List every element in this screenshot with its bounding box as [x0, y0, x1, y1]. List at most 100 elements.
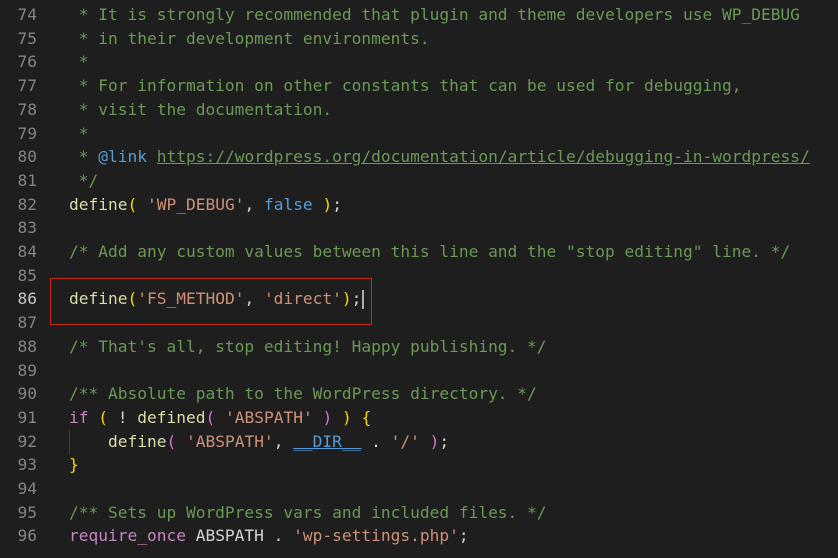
code-line[interactable]: 78 * visit the documentation. [0, 98, 838, 122]
code-line[interactable]: 93} [0, 453, 838, 477]
code-text: } [69, 453, 79, 477]
line-number: 90 [17, 384, 38, 404]
code-token: 'ABSPATH' [185, 431, 274, 451]
code-token: /** Absolute path to the WordPress direc… [69, 384, 537, 404]
code-line[interactable]: 77 * For information on other constants … [0, 74, 838, 98]
code-token: * visit the documentation. [69, 99, 333, 119]
code-token: * [69, 123, 89, 143]
code-line[interactable]: 75 * in their development environments. [0, 27, 838, 51]
code-token: } [69, 455, 79, 475]
line-number: 84 [17, 242, 38, 261]
code-token: ) [341, 289, 352, 309]
code-token: ( [166, 431, 177, 451]
code-text: require_once ABSPATH . 'wp-settings.php'… [69, 524, 469, 548]
code-text: * [69, 122, 89, 146]
code-token: { [361, 407, 372, 427]
code-line[interactable]: 85 [0, 264, 838, 288]
line-number: 81 [17, 170, 38, 190]
code-token: * [69, 52, 89, 72]
line-number: 76 [17, 52, 38, 72]
code-line[interactable]: 81 */ [0, 169, 838, 193]
code-text: if ( ! defined( 'ABSPATH' ) ) { [69, 406, 371, 430]
code-line[interactable]: 89 [0, 359, 838, 383]
code-token: 'direct' [263, 289, 342, 309]
code-text: define( 'ABSPATH', __DIR__ . '/' ); [69, 430, 449, 454]
code-line[interactable]: 92 define( 'ABSPATH', __DIR__ . '/' ); [0, 430, 838, 454]
code-line[interactable]: 88 /* That's all, stop editing! Happy pub… [0, 335, 838, 359]
code-token: /* Add any custom values between this li… [69, 242, 791, 261]
code-text: /* That's all, stop editing! Happy publi… [69, 335, 547, 359]
code-line[interactable]: 94 [0, 477, 838, 501]
code-line[interactable]: 83 [0, 216, 838, 240]
line-number: 92 [17, 431, 38, 451]
code-token: require_once [69, 526, 186, 546]
code-token: ; [332, 194, 342, 214]
code-token: /* That's all, stop editing! Happy publi… [69, 336, 547, 356]
code-line[interactable]: 90 /** Absolute path to the WordPress dir… [0, 382, 838, 406]
code-token: '/' [390, 431, 420, 451]
code-text: /* Add any custom values between this li… [69, 240, 790, 264]
code-token: ( [127, 289, 138, 309]
code-line[interactable]: 86 define('FS_METHOD', 'direct'); [0, 287, 838, 311]
code-token: ( [98, 407, 108, 427]
code-text: /** Absolute path to the WordPress direc… [69, 382, 537, 406]
line-number: 80 [17, 147, 38, 167]
code-token: ( [127, 194, 138, 214]
code-line[interactable]: 87 [0, 311, 838, 335]
code-token: ! [108, 407, 138, 427]
code-line[interactable]: 96 require_once ABSPATH . 'wp-settings.ph… [0, 524, 838, 548]
code-token: https://wordpress.org/documentation/arti… [156, 147, 810, 167]
code-token: ABSPATH . [185, 526, 294, 546]
code-text: * visit the documentation. [69, 98, 332, 122]
code-line[interactable]: 80 * @link https://wordpress.org/documen… [0, 145, 838, 169]
code-token: , [244, 289, 264, 309]
line-number: 88 [17, 336, 38, 356]
code-text: define( 'WP_DEBUG', false ); [69, 193, 342, 217]
code-token: * It is strongly recommended that plugin… [69, 5, 800, 24]
line-number: 85 [17, 265, 38, 285]
code-token: __DIR__ [293, 431, 362, 451]
line-number: 77 [17, 76, 38, 96]
code-text: * in their development environments. [69, 27, 430, 51]
code-token: /** Sets up WordPress vars and included … [69, 502, 547, 522]
code-token: false [263, 194, 313, 214]
code-line[interactable]: 79 * [0, 122, 838, 146]
code-token: define [107, 431, 167, 451]
code-token: defined [137, 407, 206, 427]
line-number: 78 [17, 99, 38, 119]
code-text: * @link https://wordpress.org/documentat… [69, 145, 810, 169]
code-token: * in their development environments. [69, 28, 430, 48]
line-number: 75 [17, 28, 38, 48]
code-line[interactable]: 82 define( 'WP_DEBUG', false ); [0, 193, 838, 217]
code-token: * [69, 147, 99, 167]
text-cursor [362, 290, 364, 310]
line-number: 89 [17, 360, 38, 380]
code-token: 'wp-settings.php' [293, 526, 459, 546]
code-line[interactable]: 95 /** Sets up WordPress vars and include… [0, 501, 838, 525]
code-line[interactable]: 76 * [0, 50, 838, 74]
line-number: 82 [17, 194, 38, 214]
line-number: 74 [17, 5, 38, 24]
code-text: /** Sets up WordPress vars and included … [69, 501, 547, 525]
code-editor[interactable]: 74 * It is strongly recommended that plu… [0, 0, 838, 558]
code-token: ; [458, 526, 469, 546]
code-line[interactable]: 84 /* Add any custom values between this … [0, 240, 838, 264]
code-token: ) [322, 407, 333, 427]
code-text: */ [69, 169, 99, 193]
line-number: 93 [17, 455, 38, 475]
code-token: 'WP_DEBUG' [146, 194, 245, 214]
code-token: , [244, 194, 264, 214]
code-line[interactable]: 91 if ( ! defined( 'ABSPATH' ) ) { [0, 406, 838, 430]
code-token: */ [69, 170, 99, 190]
code-line[interactable]: 74 * It is strongly recommended that plu… [0, 3, 838, 27]
line-number: 87 [17, 313, 38, 333]
